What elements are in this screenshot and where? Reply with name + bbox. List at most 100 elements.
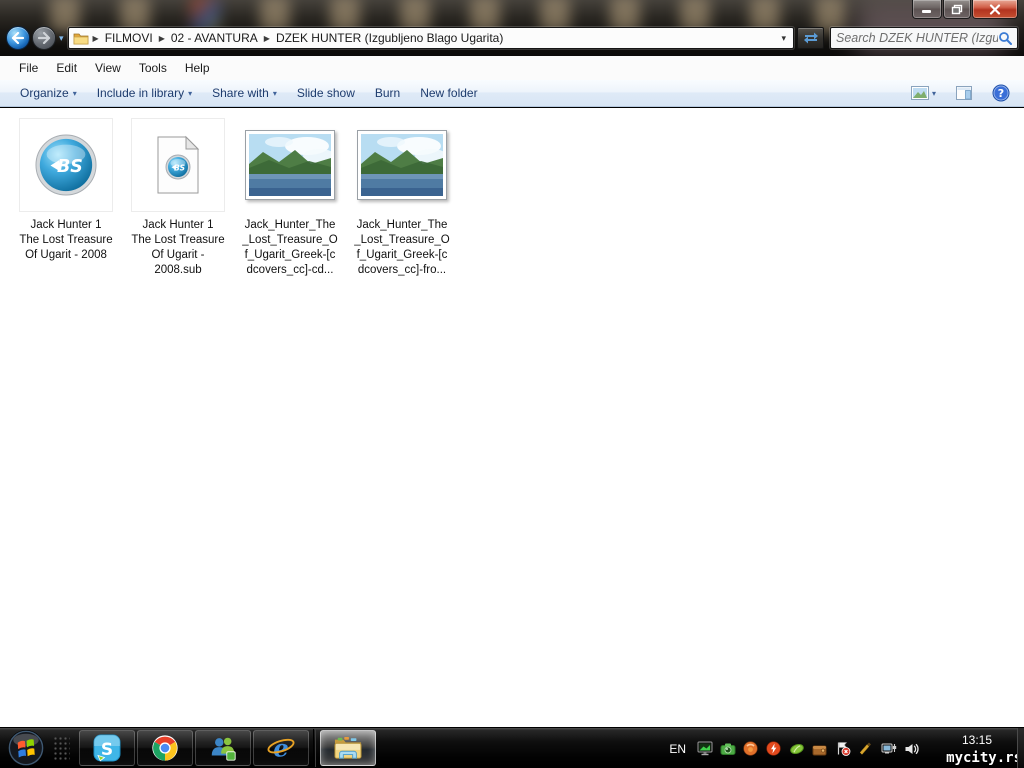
toolbar-share-with-button[interactable]: Share with ▾ xyxy=(202,82,287,104)
taskbar-internet-explorer-button[interactable]: e xyxy=(253,730,309,766)
toolbar-include-in-library-button[interactable]: Include in library ▾ xyxy=(87,82,202,104)
flash-tray-icon[interactable] xyxy=(765,740,782,757)
search-icon[interactable] xyxy=(998,31,1012,45)
tray-icons xyxy=(696,740,920,757)
folder-icon xyxy=(73,31,89,45)
chevron-down-icon: ▾ xyxy=(188,88,193,98)
watermark-text: mycity.rs xyxy=(946,750,1022,766)
toolbar-button-label: Include in library xyxy=(96,86,185,100)
language-indicator[interactable]: EN xyxy=(669,742,686,756)
help-button[interactable]: ? xyxy=(988,81,1014,105)
navigation-bar: ▾ ▶ FILMOVI ▶ 02 - AVANTURA ▶ DZEK HUNTER (Iz… xyxy=(6,26,1018,50)
breadcrumb-item[interactable]: 02 - AVANTURA xyxy=(167,30,262,46)
back-button[interactable] xyxy=(6,26,30,50)
forward-arrow-icon xyxy=(37,32,51,44)
address-dropdown-icon[interactable]: ▾ xyxy=(776,33,791,44)
change-view-button[interactable]: ▾ xyxy=(907,83,940,103)
taskbar-windows-explorer-button[interactable] xyxy=(320,730,376,766)
windows-logo-icon xyxy=(7,729,45,767)
volume-tray-icon[interactable] xyxy=(903,740,920,757)
restore-icon xyxy=(951,4,963,15)
messenger-icon xyxy=(208,733,238,763)
preview-pane-button[interactable] xyxy=(952,83,976,103)
menu-item-tools[interactable]: Tools xyxy=(130,58,176,78)
restore-button[interactable] xyxy=(943,0,971,19)
recent-pages-dropdown[interactable]: ▾ xyxy=(59,33,64,44)
close-button[interactable] xyxy=(972,0,1018,19)
menu-item-view[interactable]: View xyxy=(86,58,130,78)
window-controls xyxy=(911,0,1018,19)
start-button[interactable] xyxy=(0,728,52,768)
internet-explorer-icon: e xyxy=(265,733,297,763)
toolbar-button-label: Organize xyxy=(20,86,69,100)
breadcrumb-item[interactable]: FILMOVI xyxy=(101,30,157,46)
file-list: BS Jack Hunter 1 The Lost Treasure Of Uga… xyxy=(0,108,1024,727)
views-dropdown-icon: ▾ xyxy=(931,88,936,98)
chevron-down-icon: ▾ xyxy=(272,88,277,98)
system-tray: EN xyxy=(669,728,920,768)
minimize-button[interactable] xyxy=(912,0,942,19)
toolbar-new-folder-button[interactable]: New folder xyxy=(410,82,487,104)
breadcrumb-separator-icon: ▶ xyxy=(158,33,165,43)
menu-item-help[interactable]: Help xyxy=(176,58,219,78)
file-item[interactable]: BS Jack Hunter 1 The Lost Treasure Of Uga… xyxy=(19,118,113,263)
camera-tray-icon[interactable] xyxy=(719,740,736,757)
action-center-tray-icon[interactable] xyxy=(834,740,851,757)
preview-pane-icon xyxy=(956,86,972,100)
toolbar-burn-button[interactable]: Burn xyxy=(365,82,410,104)
desktop: ▾ ▶ FILMOVI ▶ 02 - AVANTURA ▶ DZEK HUNTER (Iz… xyxy=(0,0,1024,768)
address-bar[interactable]: ▶ FILMOVI ▶ 02 - AVANTURA ▶ DZEK HUNTER (Izgu… xyxy=(67,27,794,49)
menu-bar: File Edit View Tools Help xyxy=(0,56,1024,80)
clock[interactable]: 13:15 xyxy=(962,733,992,747)
file-item[interactable]: Jack_Hunter_The _Lost_Treasure_O f_Ugari… xyxy=(354,118,450,278)
close-icon xyxy=(989,3,1001,15)
refresh-icon xyxy=(803,31,819,45)
file-thumbnail: BS xyxy=(131,118,225,212)
pouch-tray-icon[interactable] xyxy=(811,740,828,757)
svg-text:BS: BS xyxy=(174,164,185,173)
leaf-tray-icon[interactable] xyxy=(788,740,805,757)
views-icon xyxy=(910,86,929,100)
file-thumbnail xyxy=(243,118,337,212)
monitor-tray-icon[interactable] xyxy=(696,740,713,757)
forward-button[interactable] xyxy=(32,26,56,50)
skype-icon: S xyxy=(92,733,122,763)
brush-tray-icon[interactable] xyxy=(857,740,874,757)
breadcrumb-separator-icon: ▶ xyxy=(92,33,99,43)
refresh-button[interactable] xyxy=(797,27,824,49)
back-arrow-icon xyxy=(11,32,25,44)
menu-item-file[interactable]: File xyxy=(10,58,47,78)
toolbar-organize-button[interactable]: Organize ▾ xyxy=(10,82,87,104)
breadcrumb-item[interactable]: DZEK HUNTER (Izgubljeno Blago Ugarita) xyxy=(272,30,507,46)
search-box xyxy=(830,27,1018,49)
svg-text:BS: BS xyxy=(57,157,83,177)
svg-text:e: e xyxy=(273,733,289,762)
chrome-icon xyxy=(150,733,180,763)
taskbar-chrome-button[interactable] xyxy=(137,730,193,766)
taskbar-skype-button[interactable]: S xyxy=(79,730,135,766)
breadcrumb: ▶ FILMOVI ▶ 02 - AVANTURA ▶ DZEK HUNTER (Izgu… xyxy=(91,30,508,46)
taskbar-separator xyxy=(313,729,316,767)
photo-thumbnail-icon xyxy=(245,130,335,200)
command-toolbar: Organize ▾ Include in library ▾ Share with ▾ S… xyxy=(0,80,1024,107)
taskbar: Se EN 13:15 mycity.rs xyxy=(0,727,1024,768)
file-item[interactable]: Jack_Hunter_The _Lost_Treasure_O f_Ugari… xyxy=(242,118,338,278)
photo-thumbnail-icon xyxy=(357,130,447,200)
show-desktop-button[interactable] xyxy=(1017,728,1024,768)
file-thumbnail: BS xyxy=(19,118,113,212)
chevron-down-icon: ▾ xyxy=(72,88,77,98)
search-input[interactable] xyxy=(836,31,998,45)
bsplayer-subtitle-icon: BS xyxy=(154,135,202,195)
toolbar-right: ▾ ? xyxy=(907,81,1014,105)
taskbar-messenger-button[interactable] xyxy=(195,730,251,766)
toolbar-button-label: New folder xyxy=(420,86,478,100)
file-name-label: Jack_Hunter_The _Lost_Treasure_O f_Ugari… xyxy=(354,219,450,276)
file-name-label: Jack Hunter 1 The Lost Treasure Of Ugari… xyxy=(131,219,225,276)
minimize-icon xyxy=(921,4,933,14)
toolbar-slide-show-button[interactable]: Slide show xyxy=(287,82,365,104)
file-thumbnail xyxy=(355,118,449,212)
orange-ball-tray-icon[interactable] xyxy=(742,740,759,757)
network-tray-icon[interactable] xyxy=(880,740,897,757)
menu-item-edit[interactable]: Edit xyxy=(47,58,86,78)
file-item[interactable]: BS Jack Hunter 1 The Lost Treasure Of Uga… xyxy=(131,118,225,278)
